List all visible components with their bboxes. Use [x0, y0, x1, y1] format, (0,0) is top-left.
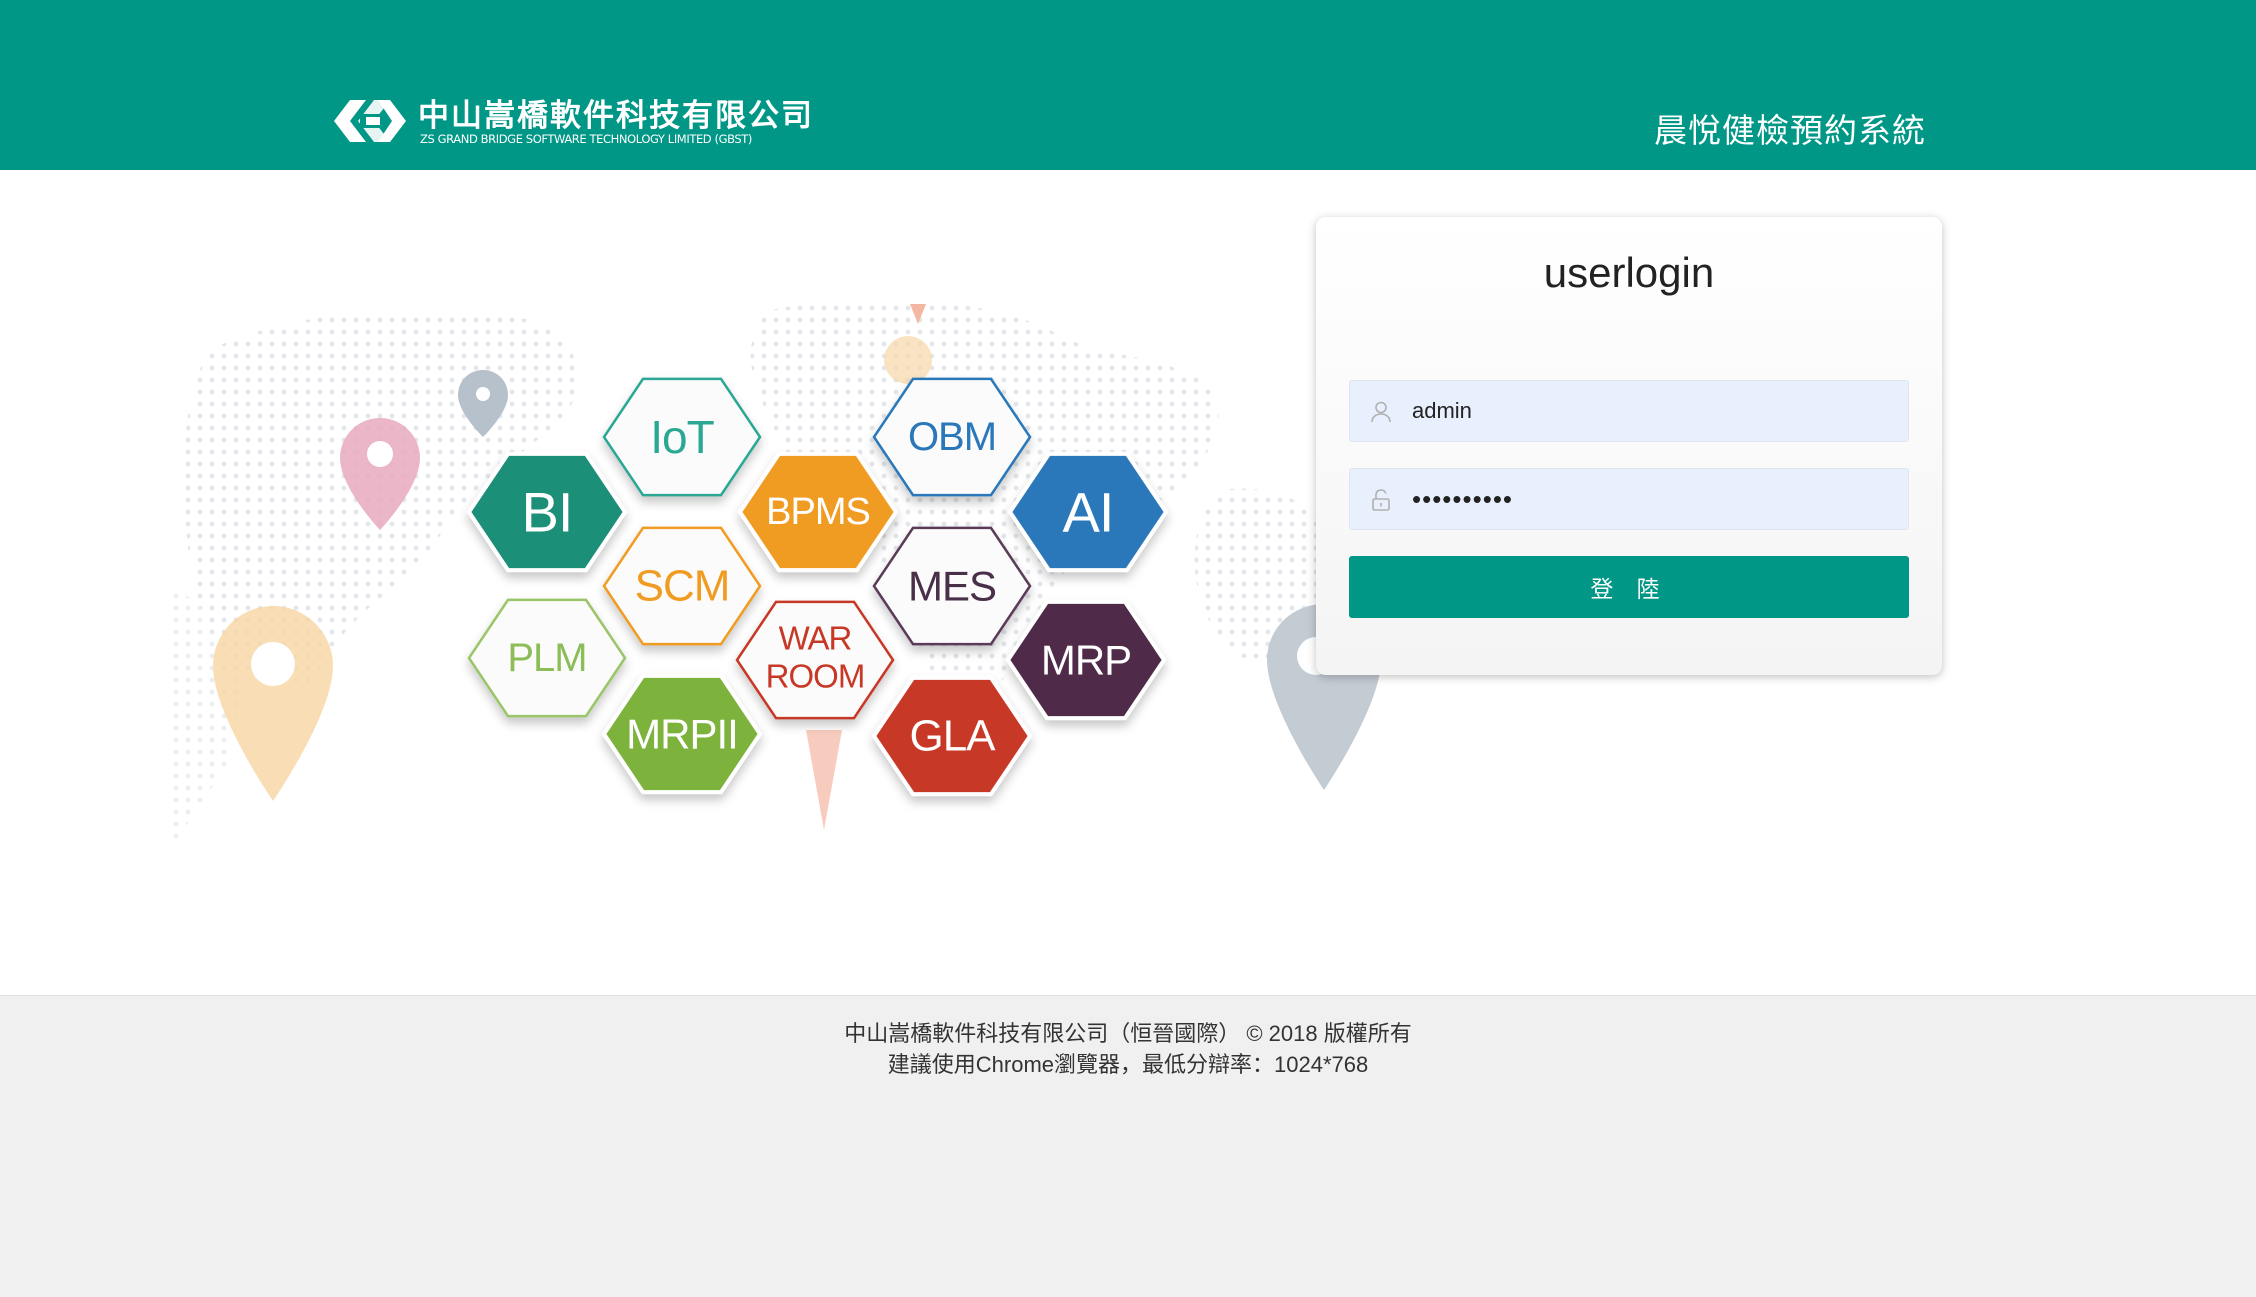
pin-peach-icon — [806, 730, 842, 830]
hexagon-label-ai: AI — [1063, 481, 1114, 544]
login-title: userlogin — [1543, 249, 1715, 296]
hexagon-label-room: ROOM — [766, 658, 865, 695]
login-card: userlogin 登 陸 — [1316, 217, 1942, 675]
world-map — [170, 299, 1342, 850]
footer-browser-note: 建議使用Chrome瀏覽器，最低分辯率：1024*768 — [887, 1052, 1369, 1077]
lock-icon — [1372, 489, 1390, 511]
password-input[interactable] — [1412, 469, 1892, 529]
logo-company-name-cn: 中山嵩橋軟件科技有限公司 — [418, 98, 814, 134]
gbst-logo-icon — [334, 100, 406, 142]
hexagon-label-iot: IoT — [650, 411, 714, 463]
logo-company-name-en: ZS GRAND BRIDGE SOFTWARE TECHNOLOGY LIMI… — [420, 132, 753, 146]
solutions-illustration: IoT OBM BI BPMS AI SCM MES PLM WARROOM MRP MRPII GL… — [170, 299, 1381, 850]
login-button[interactable]: 登 陸 — [1349, 556, 1909, 618]
pin-yellow-small-icon — [884, 336, 932, 384]
username-input[interactable] — [1412, 381, 1892, 441]
pin-yellow-icon — [213, 606, 333, 801]
hexagon-label-plm: PLM — [507, 636, 586, 680]
hexagon-label-mrpii: MRPII — [626, 711, 738, 758]
footer: 中山嵩橋軟件科技有限公司（恒晉國際） © 2018 版權所有 建議使用Chrom… — [0, 995, 2256, 1297]
hexagon-label-war: WAR — [779, 620, 852, 657]
hexagon-label-gla: GLA — [909, 712, 996, 761]
username-field[interactable] — [1349, 380, 1909, 442]
top-header: 中山嵩橋軟件科技有限公司 ZS GRAND BRIDGE SOFTWARE TE… — [0, 0, 2256, 170]
hexagon-label-mrp: MRP — [1041, 637, 1131, 684]
user-icon — [1371, 401, 1391, 423]
password-field[interactable] — [1349, 468, 1909, 530]
hexagon-label-mes: MES — [908, 563, 996, 610]
footer-copyright: 中山嵩橋軟件科技有限公司（恒晉國際） © 2018 版權所有 — [844, 1021, 1412, 1046]
hexagon-label-bi: BI — [522, 481, 573, 544]
hexagon-label-obm: OBM — [908, 415, 996, 459]
system-title: 晨悅健檢預約系統 — [1654, 111, 1926, 150]
company-logo[interactable]: 中山嵩橋軟件科技有限公司 ZS GRAND BRIDGE SOFTWARE TE… — [330, 88, 812, 154]
hexagon-label-scm: SCM — [635, 562, 730, 611]
hexagon-label-bpms: BPMS — [766, 491, 870, 533]
